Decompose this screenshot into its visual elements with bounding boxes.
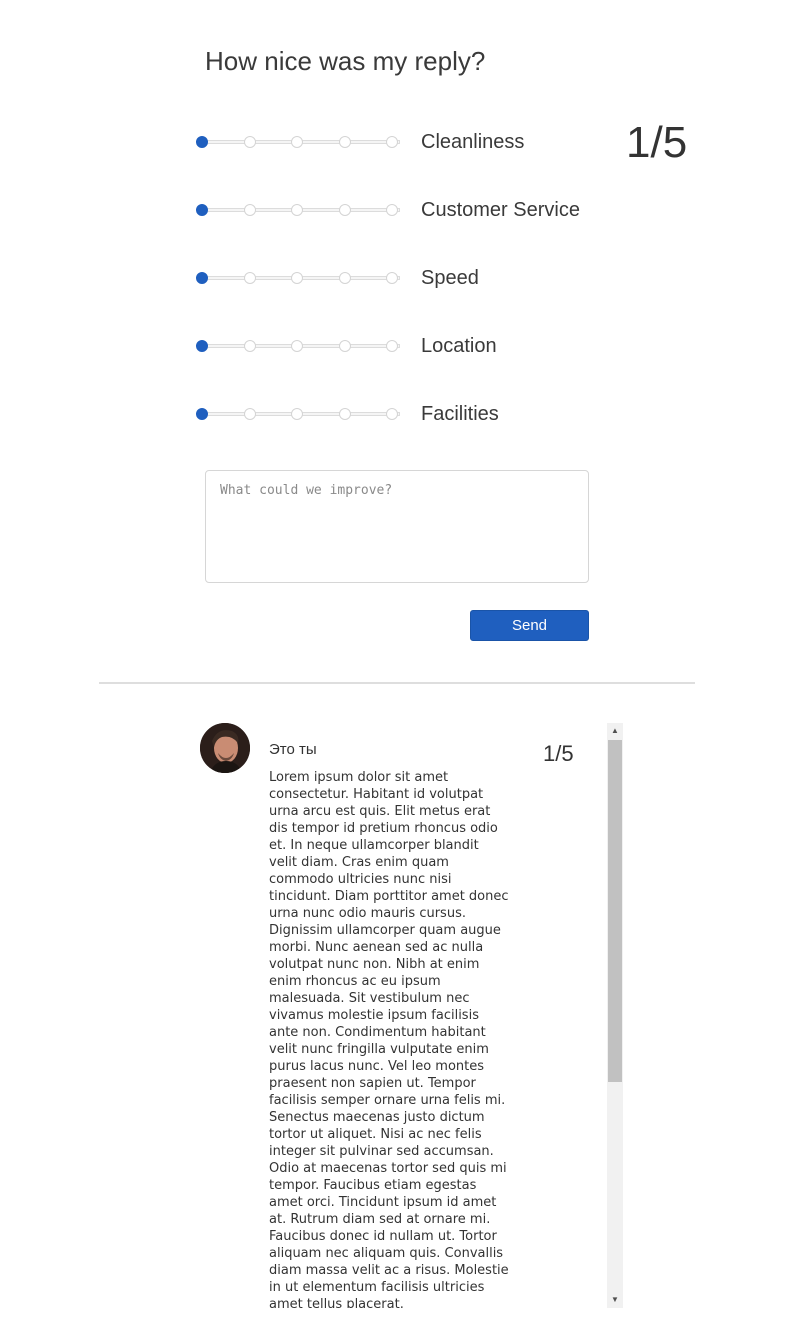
survey-page: How nice was my reply? 1/5 Cleanliness C… <box>0 0 793 1338</box>
slider-step-5[interactable] <box>386 408 398 420</box>
slider-step-3[interactable] <box>291 340 303 352</box>
avatar-photo <box>200 723 250 773</box>
rating-label: Cleanliness <box>421 131 525 153</box>
slider-step-3[interactable] <box>291 136 303 148</box>
slider-step-2[interactable] <box>243 340 256 352</box>
overall-score: 1/5 <box>626 118 688 167</box>
slider-step-1[interactable] <box>196 204 208 216</box>
slider-step-3[interactable] <box>291 272 303 284</box>
scroll-thumb[interactable] <box>608 740 622 1082</box>
cleanliness-slider[interactable] <box>196 130 406 154</box>
slider-step-2[interactable] <box>243 408 256 420</box>
slider-step-1[interactable] <box>196 136 208 148</box>
avatar <box>200 723 250 773</box>
scroll-down-arrow-icon[interactable]: ▼ <box>607 1292 623 1308</box>
slider-step-5[interactable] <box>386 340 398 352</box>
slider-step-4[interactable] <box>338 272 351 284</box>
send-button[interactable]: Send <box>470 610 589 641</box>
rating-label: Speed <box>421 267 479 289</box>
rating-row-cleanliness: Cleanliness <box>196 130 616 154</box>
slider-step-4[interactable] <box>338 204 351 216</box>
slider-step-1[interactable] <box>196 272 208 284</box>
rating-row-location: Location <box>196 334 616 358</box>
slider-step-2[interactable] <box>243 136 256 148</box>
slider-step-4[interactable] <box>338 408 351 420</box>
review-text: Lorem ipsum dolor sit amet consectetur. … <box>269 770 509 1308</box>
facilities-slider[interactable] <box>196 402 406 426</box>
rating-label: Customer Service <box>421 199 580 221</box>
slider-step-2[interactable] <box>243 272 256 284</box>
location-slider[interactable] <box>196 334 406 358</box>
review-score: 1/5 <box>543 741 574 766</box>
review-scrollbar[interactable]: ▲ ▼ <box>607 723 623 1308</box>
feedback-textarea[interactable] <box>205 470 589 583</box>
slider-step-5[interactable] <box>386 272 398 284</box>
customer-service-slider[interactable] <box>196 198 406 222</box>
slider-step-5[interactable] <box>386 136 398 148</box>
slider-step-4[interactable] <box>338 136 351 148</box>
scroll-up-arrow-icon[interactable]: ▲ <box>607 723 623 739</box>
slider-step-3[interactable] <box>291 408 303 420</box>
review-author: Это ты <box>269 741 317 758</box>
speed-slider[interactable] <box>196 266 406 290</box>
slider-step-5[interactable] <box>386 204 398 216</box>
review-panel: Это ты 1/5 Lorem ipsum dolor sit amet co… <box>196 723 623 1308</box>
section-divider <box>99 682 695 684</box>
rating-row-speed: Speed <box>196 266 616 290</box>
slider-step-2[interactable] <box>243 204 256 216</box>
rating-label: Facilities <box>421 403 499 425</box>
slider-step-1[interactable] <box>196 340 208 352</box>
rating-row-facilities: Facilities <box>196 402 616 426</box>
slider-step-1[interactable] <box>196 408 208 420</box>
rating-row-customer-service: Customer Service <box>196 198 616 222</box>
slider-step-4[interactable] <box>338 340 351 352</box>
survey-title: How nice was my reply? <box>205 46 486 76</box>
slider-step-3[interactable] <box>291 204 303 216</box>
rating-label: Location <box>421 335 497 357</box>
